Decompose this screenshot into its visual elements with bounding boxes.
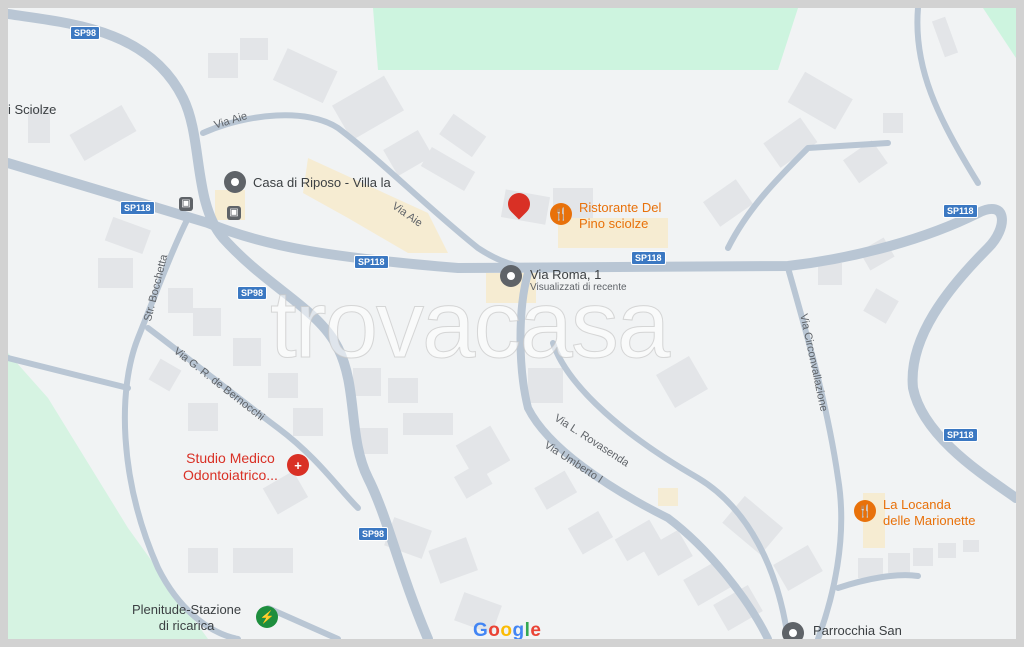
restaurant-icon[interactable]: 🍴 — [550, 203, 572, 225]
bus-stop-icon[interactable]: ▣ — [227, 206, 241, 220]
route-shield-sp118: SP118 — [120, 201, 155, 215]
place-label-parrocchia[interactable]: Parrocchia San — [813, 624, 902, 637]
place-label-via-roma[interactable]: Via Roma, 1 — [530, 268, 601, 281]
restaurant-icon[interactable]: 🍴 — [854, 500, 876, 522]
route-shield-sp98: SP98 — [358, 527, 389, 541]
bus-stop-icon[interactable]: ▣ — [179, 197, 193, 211]
google-logo: Google — [473, 620, 542, 639]
place-label-sciolze: i Sciolze — [8, 102, 57, 117]
medical-icon[interactable]: + — [287, 454, 309, 476]
park-top-right — [983, 8, 1016, 58]
poi-label-line: Studio Medico — [186, 450, 275, 466]
poi-label-line: Ristorante Del — [579, 200, 662, 215]
image-frame: trovacasa SP98 SP118 SP118 SP98 SP118 SP… — [0, 0, 1024, 647]
route-shield-sp98: SP98 — [70, 26, 101, 40]
poi-label-line: delle Marionette — [883, 513, 976, 528]
route-shield-sp98: SP98 — [237, 286, 268, 300]
poi-label-plenitude[interactable]: Plenitude-Stazione di ricarica — [132, 602, 241, 634]
poi-label-line: Plenitude-Stazione — [132, 602, 242, 617]
poi-label-line: di ricarica — [158, 618, 215, 633]
route-shield-sp118: SP118 — [943, 204, 978, 218]
place-pin-icon[interactable] — [500, 265, 522, 287]
poi-label-line: Pino sciolze — [579, 216, 649, 231]
poi-label-ristorante[interactable]: Ristorante Del Pino sciolze — [579, 200, 661, 232]
church-icon[interactable] — [782, 622, 804, 639]
ev-charging-icon[interactable]: ⚡ — [256, 606, 278, 628]
poi-label-line: Odontoiatrico... — [183, 467, 278, 483]
place-sublabel-recent: Visualizzati di recente — [530, 282, 627, 293]
route-shield-sp118: SP118 — [354, 255, 389, 269]
route-shield-sp118: SP118 — [943, 428, 978, 442]
poi-label-line: La Locanda — [883, 497, 951, 512]
poi-label-locanda[interactable]: La Locanda delle Marionette — [883, 497, 976, 529]
park-top — [373, 8, 798, 70]
poi-label-studio-medico[interactable]: Studio Medico Odontoiatrico... — [183, 450, 278, 484]
map-canvas[interactable]: trovacasa SP98 SP118 SP118 SP98 SP118 SP… — [8, 8, 1016, 639]
route-shield-sp118: SP118 — [631, 251, 666, 265]
place-label-casa-riposo[interactable]: Casa di Riposo - Villa la — [253, 176, 391, 189]
place-pin-icon[interactable] — [224, 171, 246, 193]
